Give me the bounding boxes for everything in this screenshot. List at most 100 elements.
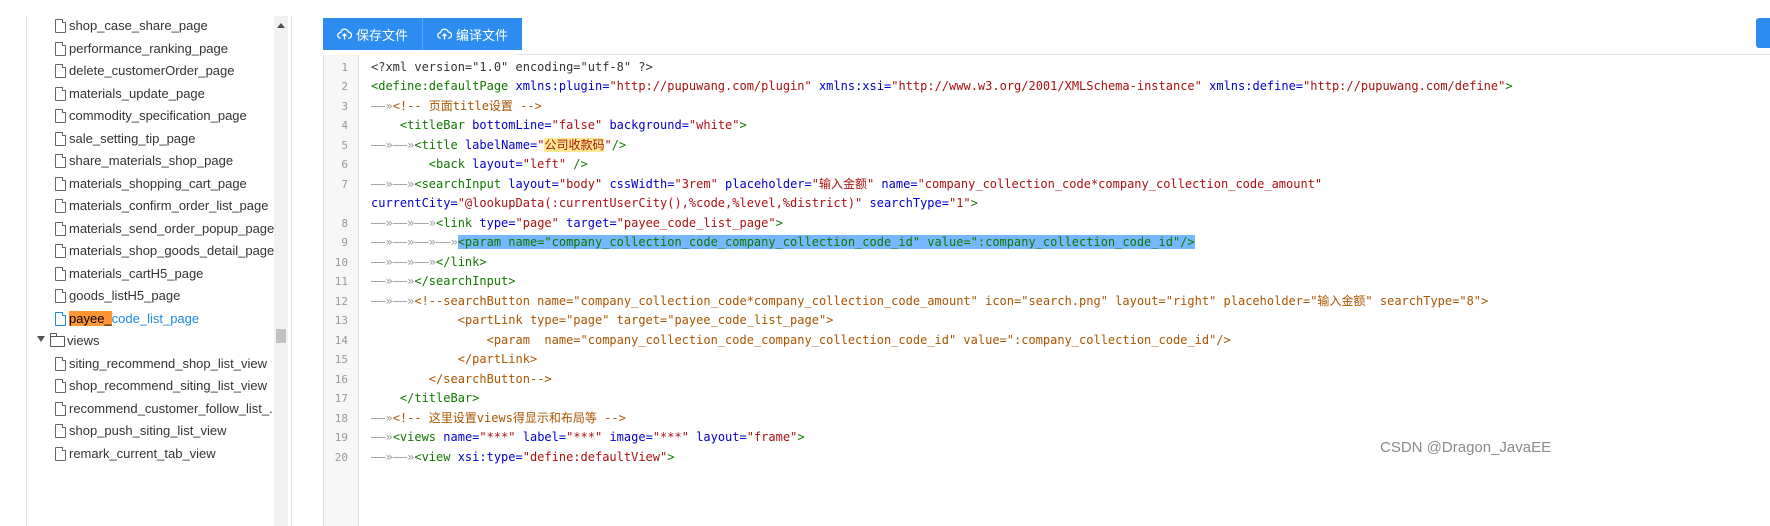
save-file-label: 保存文件: [356, 27, 409, 43]
tab-marker: ——»——»: [371, 274, 415, 288]
code-attr: bottomLine=: [464, 118, 552, 132]
tree-file-label: materials_shopping_cart_page: [69, 176, 247, 191]
line-number: 5: [341, 139, 348, 152]
tree-file-label: shop_push_siting_list_view: [69, 423, 227, 438]
code-string: "define:defaultView": [522, 450, 668, 464]
code-string: "page": [515, 216, 559, 230]
file-icon: [55, 244, 66, 258]
code-attr: labelName=: [457, 138, 538, 152]
code-string: "***": [652, 430, 689, 444]
code-line: ——»——»<searchInput layout="body" cssWidt…: [371, 175, 1322, 194]
code-comment: <!-- 这里设置views得显示和布局等 -->: [392, 411, 626, 425]
code-tag: >: [1505, 79, 1513, 93]
line-number: 20: [334, 451, 348, 464]
search-match-highlight: payee_: [69, 311, 112, 326]
save-file-button[interactable]: 保存文件: [323, 18, 423, 50]
code-line: <?xml version="1.0" encoding="utf-8" ?>: [371, 58, 653, 77]
scrollbar-thumb[interactable]: [276, 329, 286, 343]
code-tag: >: [739, 118, 747, 132]
tree-file-label: recommend_customer_follow_list_...: [69, 401, 280, 416]
code-tag: </titleBar>: [399, 391, 480, 405]
file-icon: [55, 42, 66, 56]
code-line: ——»——»——»</link>: [371, 253, 487, 272]
tree-file-label: materials_send_order_popup_page: [69, 221, 275, 236]
code-string: ": [604, 138, 612, 152]
tree-file-label: materials_shop_goods_detail_page: [69, 243, 275, 258]
file-icon: [55, 199, 66, 213]
code-tag: </link>: [436, 255, 487, 269]
tab-marker: ——»——»: [371, 177, 415, 191]
code-attr: currentCity=: [371, 196, 458, 210]
tab-marker: ——»: [371, 430, 393, 444]
code-tag: <link: [436, 216, 473, 230]
tab-marker: ——»——»——»: [371, 216, 437, 230]
code-editor[interactable]: 1 2 3 4 5 6 7 8 9 10 11 12 13 14 15 16 1…: [323, 55, 1770, 526]
line-number: 15: [334, 353, 348, 366]
code-tag: <view: [414, 450, 451, 464]
code-string: "body": [558, 177, 603, 191]
tab-marker: ——»——»——»——»: [371, 235, 458, 249]
code-comment: <!-- 页面title设置 -->: [392, 99, 542, 113]
line-number: 10: [334, 256, 348, 269]
code-line-selected: ——»——»——»——»<param name="company_collect…: [371, 233, 1195, 252]
line-number: 6: [341, 158, 348, 171]
code-string: "false": [551, 118, 603, 132]
code-tag: <title: [414, 138, 458, 152]
search-match-highlight: 公司收款码: [544, 138, 605, 152]
code-line: </partLink>: [371, 350, 537, 369]
code-tag: />: [566, 157, 588, 171]
tab-marker: ——»——»: [371, 138, 415, 152]
tree-file-label: commodity_specification_page: [69, 108, 247, 123]
code-line: ——»——»<title labelName="公司收款码"/>: [371, 136, 626, 155]
tree-file-label: payee_code_list_page: [69, 308, 199, 330]
code-string: "http://pupuwang.com/plugin": [609, 79, 812, 93]
tab-marker: ——»——»: [371, 294, 415, 308]
tree-file-label: materials_cartH5_page: [69, 266, 204, 281]
code-string: "http://www.w3.org/2001/XMLSchema-instan…: [891, 79, 1202, 93]
code-line: </searchButton-->: [371, 370, 552, 389]
code-line: <back layout="left" />: [371, 155, 588, 174]
chevron-down-icon[interactable]: [37, 336, 45, 342]
code-tag: >: [797, 430, 805, 444]
line-number-gutter: 1 2 3 4 5 6 7 8 9 10 11 12 13 14 15 16 1…: [324, 55, 359, 526]
code-attr: xmlns:plugin=: [508, 79, 610, 93]
tree-file-label: performance_ranking_page: [69, 41, 228, 56]
code-string: "white": [688, 118, 740, 132]
file-icon: [55, 87, 66, 101]
scroll-up-arrow-icon[interactable]: [277, 23, 285, 28]
code-line: ——»<!-- 这里设置views得显示和布局等 -->: [371, 409, 626, 428]
folder-open-icon: [50, 333, 65, 347]
code-string: "payee_code_list_page": [616, 216, 776, 230]
file-icon: [55, 312, 66, 326]
code-string: "***": [479, 430, 516, 444]
tree-scrollbar[interactable]: [274, 16, 288, 526]
file-icon: [55, 402, 66, 416]
code-string: "输入金额": [811, 177, 875, 191]
code-line: </titleBar>: [371, 389, 479, 408]
line-number: 14: [334, 334, 348, 347]
tab-marker: ——»: [371, 411, 393, 425]
code-comment: <: [486, 333, 494, 347]
code-attr: background=: [602, 118, 689, 132]
code-line: <define:defaultPage xmlns:plugin="http:/…: [371, 77, 1513, 96]
code-comment: partLink type="page" target="payee_code_…: [464, 313, 834, 327]
code-comment: <: [428, 372, 437, 386]
code-line: currentCity="@lookupData(:currentUserCit…: [371, 194, 978, 213]
code-tag: <searchInput: [414, 177, 502, 191]
code-tag: </searchInput>: [414, 274, 516, 288]
compile-file-button[interactable]: 编译文件: [422, 18, 523, 50]
line-number: 1: [341, 61, 348, 74]
line-number: 8: [341, 217, 348, 230]
xml-declaration: <?xml version="1.0" encoding="utf-8" ?>: [371, 60, 653, 74]
file-icon: [55, 222, 66, 236]
editor-toolbar: 保存文件 编译文件: [323, 18, 523, 50]
edge-button[interactable]: [1756, 18, 1770, 48]
code-attr: xmlns:xsi=: [811, 79, 892, 93]
tree-file-label: delete_customerOrder_page: [69, 63, 235, 78]
code-attr: name=: [436, 430, 480, 444]
line-number: 7: [341, 178, 348, 191]
